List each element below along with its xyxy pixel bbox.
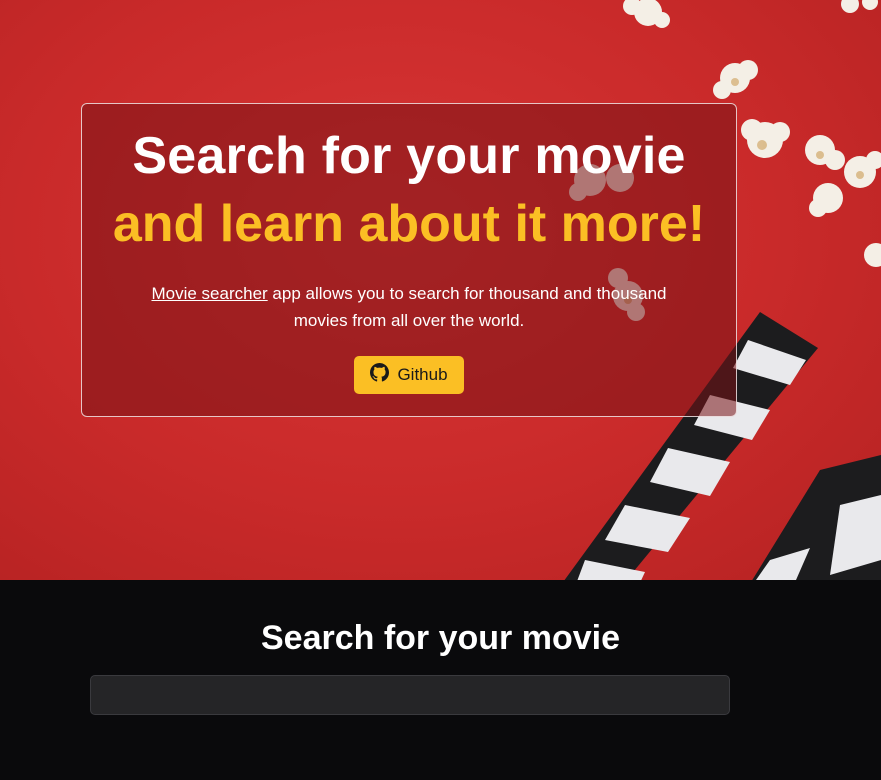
hero-description-text: app allows you to search for thousand an… [267,284,667,330]
github-button[interactable]: Github [354,356,464,394]
hero-card: Search for your movie and learn about it… [81,103,737,417]
github-button-label: Github [397,365,448,384]
hero-description: Movie searcher app allows you to search … [149,280,669,334]
github-icon [370,363,390,387]
search-section: Search for your movie [0,580,881,780]
hero-subtitle: and learn about it more! [112,195,706,253]
movie-searcher-link[interactable]: Movie searcher [151,284,267,303]
search-heading: Search for your movie [260,619,620,657]
hero-section: Search for your movie and learn about it… [0,0,881,580]
search-input[interactable] [90,675,730,715]
hero-title: Search for your movie [132,127,686,185]
